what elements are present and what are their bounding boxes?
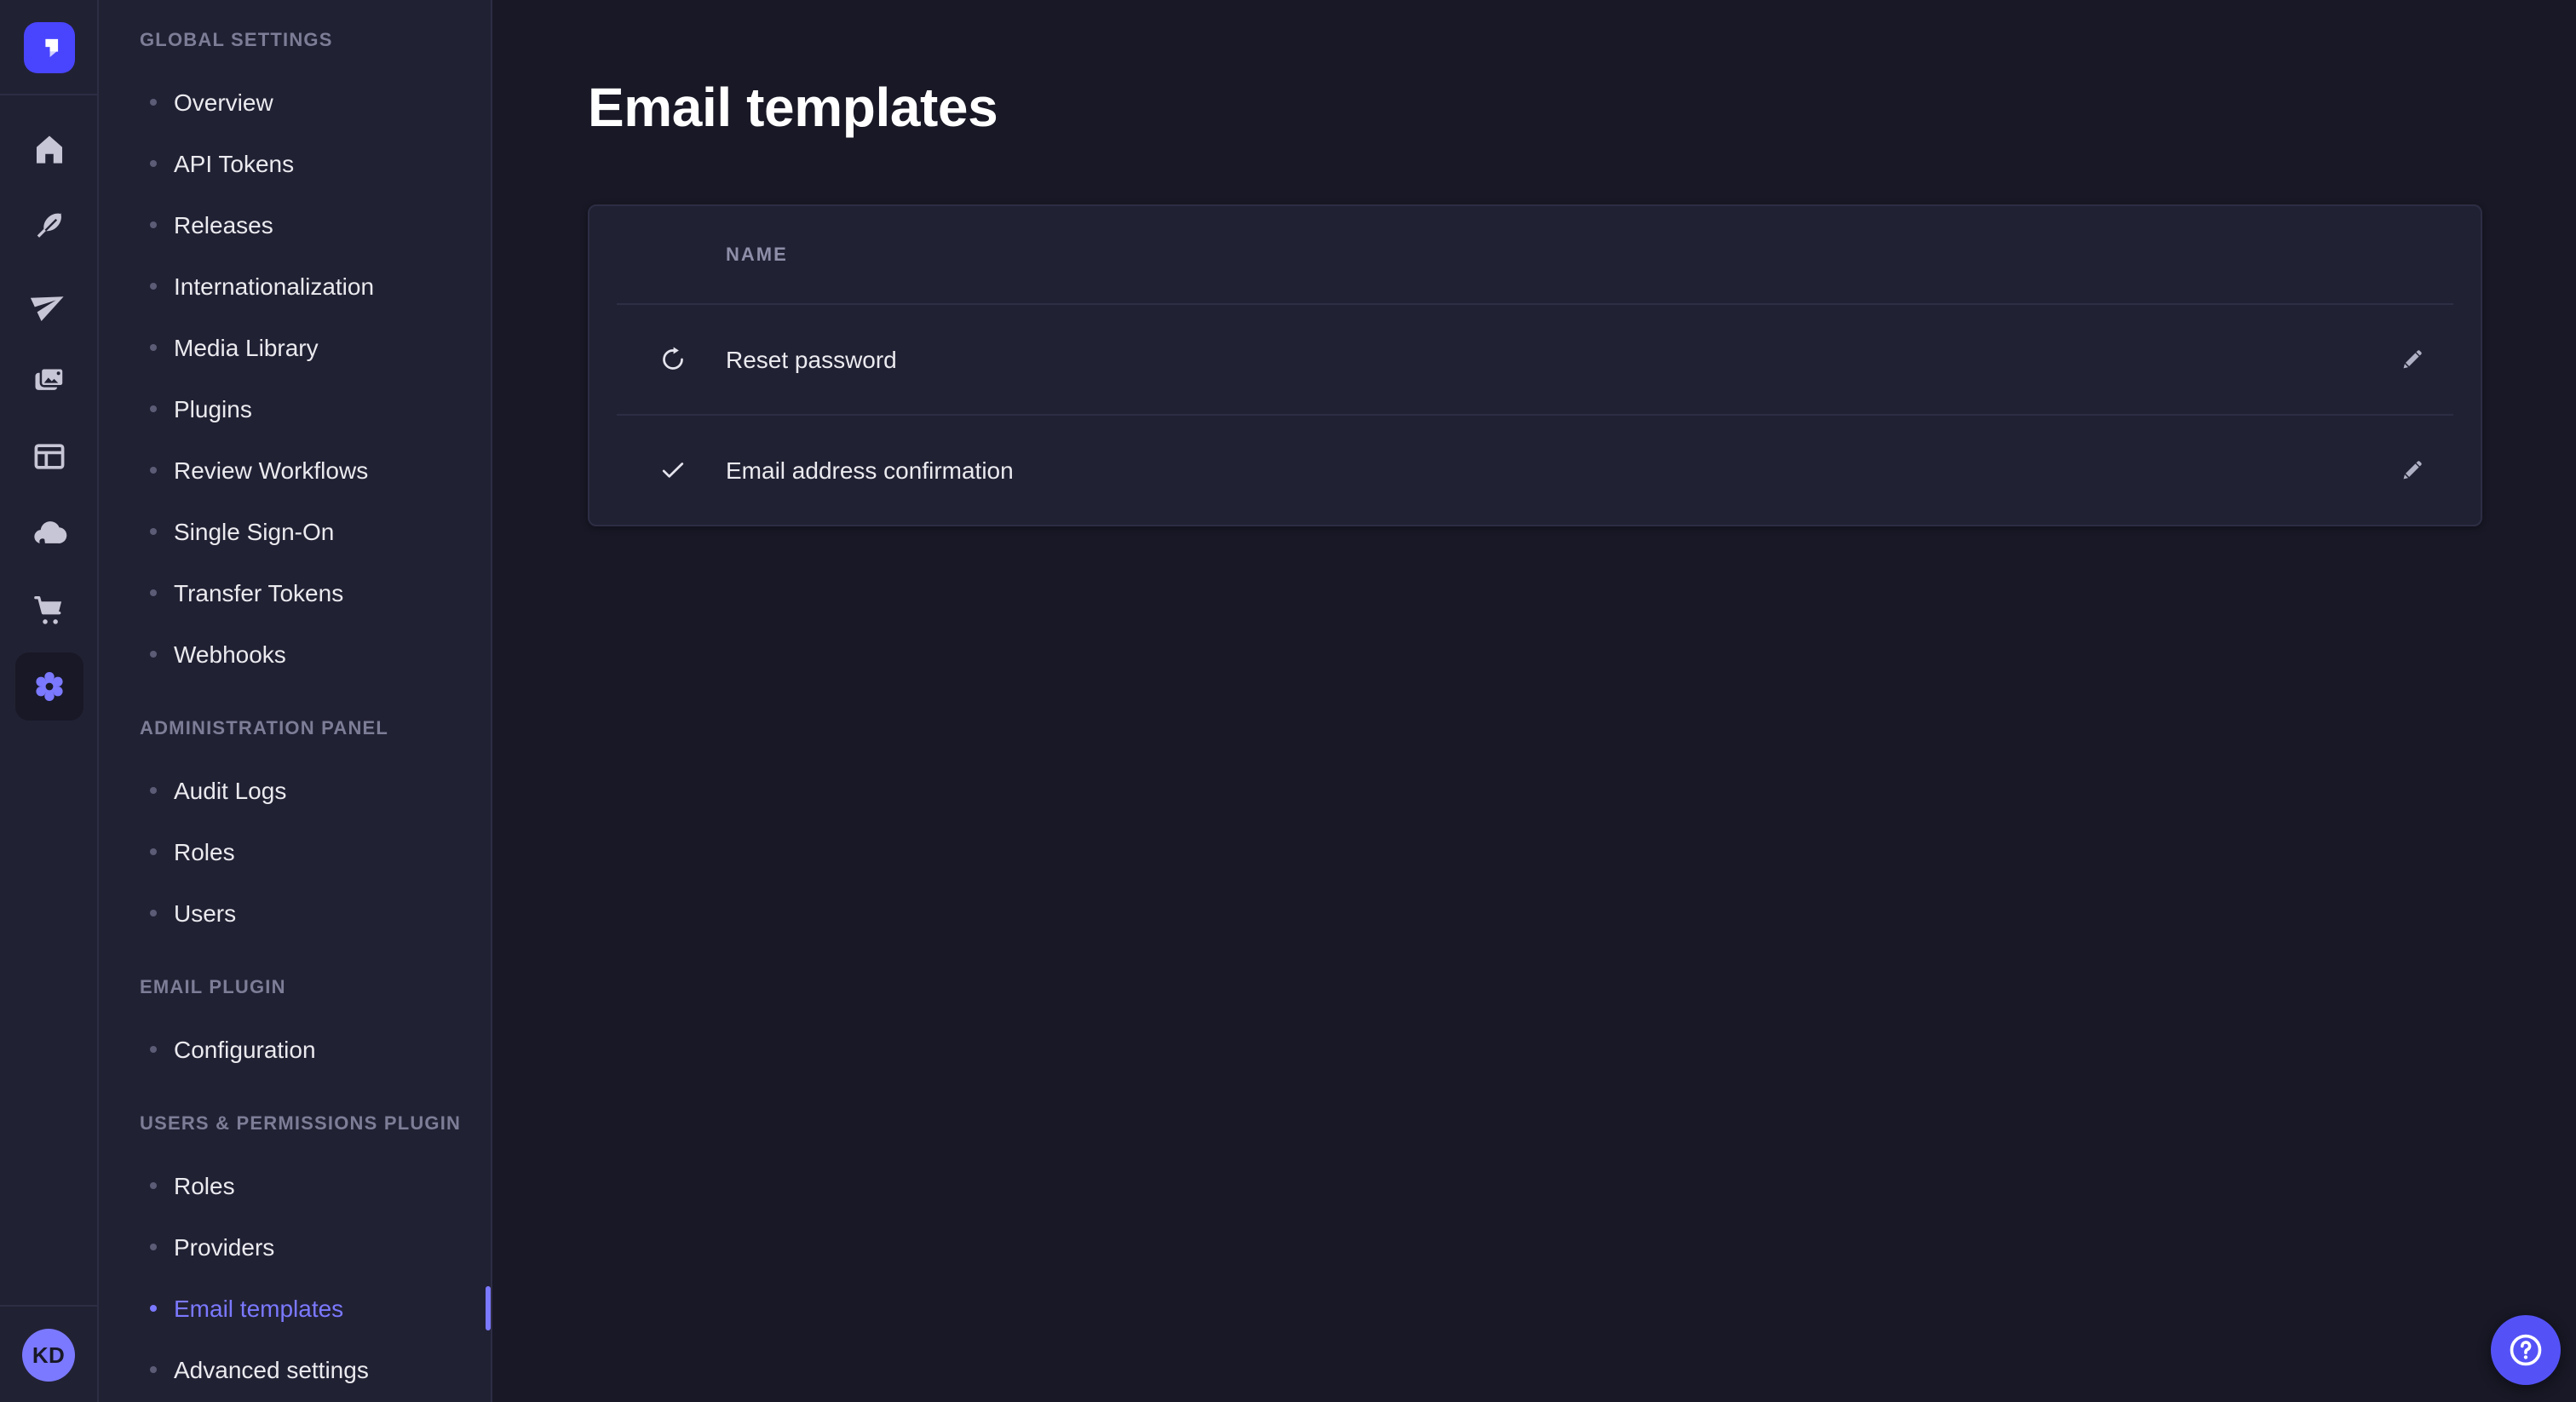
bullet-icon [150, 1305, 157, 1312]
bullet-icon [150, 910, 157, 916]
subnav-item-plugins[interactable]: Plugins [99, 378, 491, 440]
bullet-icon [150, 528, 157, 535]
subnav-item-media-library[interactable]: Media Library [99, 317, 491, 378]
bullet-icon [150, 589, 157, 596]
bullet-icon [150, 283, 157, 290]
settings-subnav: GLOBAL SETTINGS Overview API Tokens Rele… [99, 0, 492, 1402]
question-icon [2506, 1330, 2545, 1370]
subnav-item-internationalization[interactable]: Internationalization [99, 256, 491, 317]
feather-icon[interactable] [14, 192, 83, 261]
subnav-item-transfer-tokens[interactable]: Transfer Tokens [99, 562, 491, 623]
bullet-icon [150, 99, 157, 106]
subnav-item-users[interactable]: Users [99, 882, 491, 944]
subnav-item-label: Configuration [174, 1036, 316, 1063]
strapi-logo-icon[interactable] [23, 21, 74, 72]
subnav-item-releases[interactable]: Releases [99, 194, 491, 256]
template-name: Email address confirmation [726, 457, 2385, 484]
help-button[interactable] [2491, 1315, 2561, 1385]
subnav-item-label: Releases [174, 211, 273, 238]
subnav-item-providers[interactable]: Providers [99, 1216, 491, 1278]
subnav-item-review-workflows[interactable]: Review Workflows [99, 440, 491, 501]
subnav-section-email-plugin: EMAIL PLUGIN Configuration [99, 974, 491, 1080]
subnav-section-administration-panel: ADMINISTRATION PANEL Audit Logs Roles Us… [99, 715, 491, 944]
subnav-item-label: Media Library [174, 334, 319, 361]
main-content: Email templates NAME Reset password [492, 0, 2576, 1402]
subnav-item-api-tokens[interactable]: API Tokens [99, 133, 491, 194]
table-row-reset-password[interactable]: Reset password [589, 305, 2481, 414]
check-icon [658, 455, 726, 486]
subnav-item-advanced-settings[interactable]: Advanced settings [99, 1339, 491, 1400]
subnav-item-webhooks[interactable]: Webhooks [99, 623, 491, 685]
cloud-icon[interactable] [14, 499, 83, 567]
refresh-icon [658, 344, 726, 375]
section-header: GLOBAL SETTINGS [140, 27, 491, 55]
home-icon[interactable] [14, 116, 83, 184]
bullet-icon [150, 1182, 157, 1189]
subnav-item-up-roles[interactable]: Roles [99, 1155, 491, 1216]
table-header-row: NAME [589, 206, 2481, 303]
bullet-icon [150, 405, 157, 412]
subnav-item-label: Providers [174, 1233, 274, 1261]
bullet-icon [150, 787, 157, 794]
section-header: ADMINISTRATION PANEL [140, 715, 491, 743]
table-row-email-confirmation[interactable]: Email address confirmation [589, 416, 2481, 525]
subnav-item-label: API Tokens [174, 150, 294, 177]
edit-pencil-icon[interactable] [2385, 332, 2440, 387]
subnav-section-users-permissions-plugin: USERS & PERMISSIONS PLUGIN Roles Provide… [99, 1111, 491, 1400]
active-indicator [486, 1286, 491, 1330]
page-title: Email templates [588, 75, 2576, 140]
subnav-item-single-sign-on[interactable]: Single Sign-On [99, 501, 491, 562]
layout-window-icon[interactable] [14, 422, 83, 491]
cart-icon[interactable] [14, 576, 83, 644]
subnav-item-label: Internationalization [174, 273, 374, 300]
rail-icon-list [14, 116, 83, 721]
icon-rail: KD [0, 0, 99, 1402]
logo-area [0, 0, 97, 95]
bullet-icon [150, 160, 157, 167]
column-header-name: NAME [726, 244, 788, 265]
bullet-icon [150, 344, 157, 351]
subnav-item-email-templates[interactable]: Email templates [99, 1278, 491, 1339]
email-templates-table: NAME Reset password [588, 204, 2482, 526]
bullet-icon [150, 848, 157, 855]
subnav-item-overview[interactable]: Overview [99, 72, 491, 133]
media-library-icon[interactable] [14, 346, 83, 414]
subnav-item-label: Plugins [174, 395, 252, 422]
subnav-item-configuration[interactable]: Configuration [99, 1019, 491, 1080]
subnav-item-label: Users [174, 899, 236, 927]
subnav-item-label: Transfer Tokens [174, 579, 343, 606]
bullet-icon [150, 467, 157, 474]
bullet-icon [150, 1046, 157, 1053]
subnav-item-label: Overview [174, 89, 273, 116]
subnav-item-label: Webhooks [174, 641, 286, 668]
avatar[interactable]: KD [22, 1328, 75, 1381]
subnav-item-label: Roles [174, 838, 235, 865]
rail-footer: KD [0, 1305, 97, 1402]
subnav-item-label: Roles [174, 1172, 235, 1199]
subnav-item-label: Advanced settings [174, 1356, 369, 1383]
template-name: Reset password [726, 346, 2385, 373]
strapi-admin-app: KD GLOBAL SETTINGS Overview API Tokens R… [0, 0, 2576, 1402]
edit-pencil-icon[interactable] [2385, 443, 2440, 497]
subnav-item-label: Email templates [174, 1295, 343, 1322]
subnav-section-global-settings: GLOBAL SETTINGS Overview API Tokens Rele… [99, 27, 491, 685]
bullet-icon [150, 651, 157, 658]
subnav-item-audit-logs[interactable]: Audit Logs [99, 760, 491, 821]
subnav-item-admin-roles[interactable]: Roles [99, 821, 491, 882]
bullet-icon [150, 221, 157, 228]
bullet-icon [150, 1244, 157, 1250]
gear-icon[interactable] [14, 652, 83, 721]
subnav-item-label: Single Sign-On [174, 518, 334, 545]
subnav-item-label: Audit Logs [174, 777, 286, 804]
bullet-icon [150, 1366, 157, 1373]
section-header: EMAIL PLUGIN [140, 974, 491, 1002]
subnav-item-label: Review Workflows [174, 457, 368, 484]
paper-plane-icon[interactable] [14, 269, 83, 337]
section-header: USERS & PERMISSIONS PLUGIN [140, 1111, 491, 1138]
